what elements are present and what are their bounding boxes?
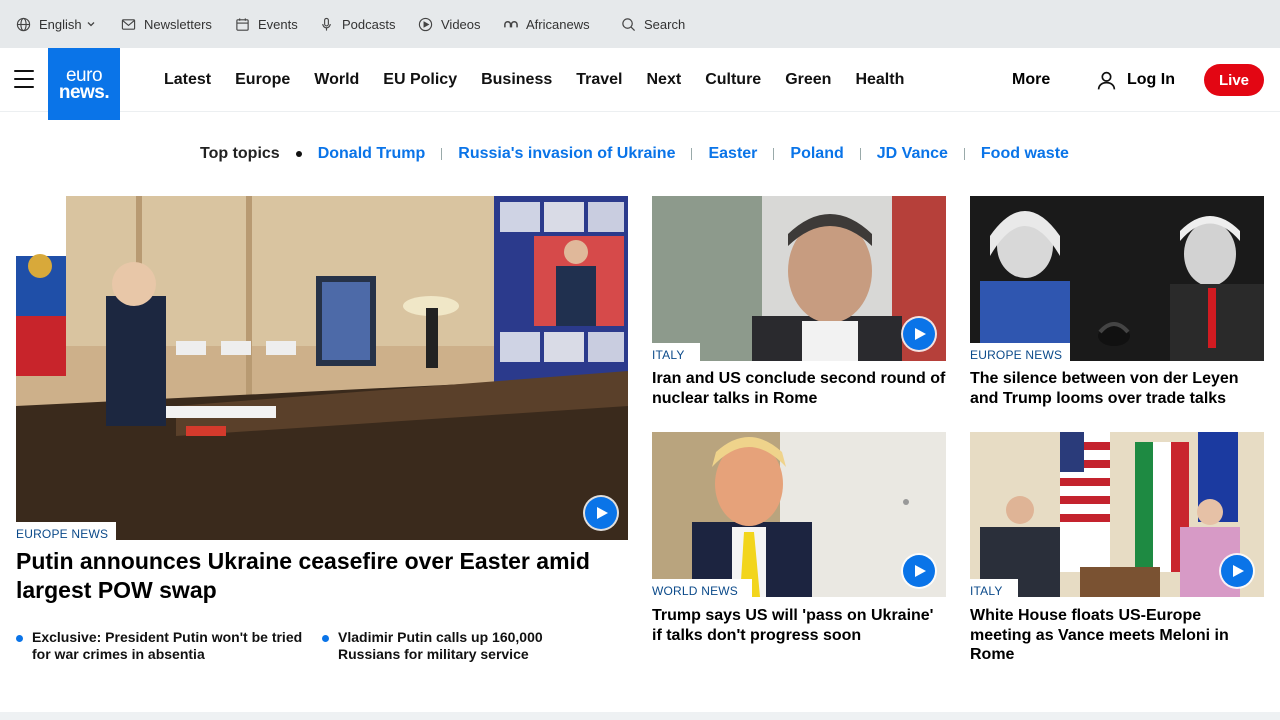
card-headline[interactable]: Iran and US conclude second round of nuc… xyxy=(652,369,946,408)
topic-link[interactable]: JD Vance xyxy=(877,145,948,163)
africanews-icon xyxy=(504,20,518,27)
euronews-logo[interactable]: euro news. xyxy=(48,48,120,120)
video-play-icon[interactable] xyxy=(903,318,935,350)
africanews-label: Africanews xyxy=(526,16,590,32)
newsletters-label: Newsletters xyxy=(144,16,212,32)
card-image[interactable] xyxy=(652,196,946,361)
divider xyxy=(441,148,443,160)
topic-link[interactable]: Poland xyxy=(790,145,843,163)
africanews-link[interactable]: Africanews xyxy=(503,0,590,48)
play-circle-icon xyxy=(418,17,433,31)
card-category[interactable]: ITALY xyxy=(970,579,1018,603)
hero-category[interactable]: EUROPE NEWS xyxy=(16,522,116,546)
hero-photo xyxy=(16,196,628,540)
mail-icon xyxy=(121,18,136,30)
search-icon xyxy=(622,17,636,31)
divider xyxy=(691,148,693,160)
card-headline[interactable]: White House floats US-Europe meeting as … xyxy=(970,606,1264,665)
card-category[interactable]: EUROPE NEWS xyxy=(970,343,1070,367)
menu-icon[interactable] xyxy=(14,70,34,88)
more-menu-button[interactable]: More xyxy=(1012,48,1050,112)
top-topics-title: Top topics xyxy=(200,145,280,162)
related-story[interactable]: Exclusive: President Putin won't be trie… xyxy=(16,629,316,663)
card-image[interactable] xyxy=(970,432,1264,597)
play-icon xyxy=(915,565,926,577)
card-image[interactable] xyxy=(970,196,1264,361)
topic-link[interactable]: Russia's invasion of Ukraine xyxy=(458,145,675,163)
nav-link-latest[interactable]: Latest xyxy=(164,71,211,89)
hero-headline[interactable]: Putin announces Ukraine ceasefire over E… xyxy=(16,547,616,605)
card-photo xyxy=(970,196,1264,361)
play-icon xyxy=(915,328,926,340)
live-button[interactable]: Live xyxy=(1204,64,1264,96)
nav-link-eu-policy[interactable]: EU Policy xyxy=(383,71,457,89)
card-photo xyxy=(970,432,1264,597)
topic-link[interactable]: Food waste xyxy=(981,145,1069,163)
calendar-icon xyxy=(236,17,249,31)
nav-link-green[interactable]: Green xyxy=(785,71,831,89)
card-headline[interactable]: The silence between von der Leyen and Tr… xyxy=(970,369,1264,408)
chevron-down-icon xyxy=(87,22,95,27)
nav-link-europe[interactable]: Europe xyxy=(235,71,290,89)
play-icon xyxy=(1233,565,1244,577)
events-label: Events xyxy=(258,16,298,32)
videos-label: Videos xyxy=(441,16,481,32)
card-category[interactable]: WORLD NEWS xyxy=(652,579,752,603)
card-photo xyxy=(652,432,946,597)
search-button[interactable]: Search xyxy=(621,0,685,48)
events-link[interactable]: Events xyxy=(235,0,298,48)
login-button[interactable]: Log In xyxy=(1096,48,1175,112)
globe-icon xyxy=(16,17,31,31)
nav-link-world[interactable]: World xyxy=(314,71,359,89)
related-story[interactable]: Vladimir Putin calls up 160,000 Russians… xyxy=(322,629,572,663)
microphone-icon xyxy=(322,17,331,31)
video-play-icon[interactable] xyxy=(1221,555,1253,587)
nav-link-next[interactable]: Next xyxy=(647,71,682,89)
bullet-icon xyxy=(295,151,302,157)
nav-link-travel[interactable]: Travel xyxy=(576,71,622,89)
language-label: English xyxy=(39,16,82,32)
divider xyxy=(773,148,775,160)
logo-line-2: news. xyxy=(58,82,110,103)
language-selector[interactable]: English xyxy=(16,0,96,48)
card-category[interactable]: ITALY xyxy=(652,343,700,367)
newsletters-link[interactable]: Newsletters xyxy=(121,0,212,48)
utility-bar: English Newsletters Events Podcasts Vide… xyxy=(0,0,1280,48)
top-topics-bar: Top topics Donald Trump Russia's invasio… xyxy=(200,142,1069,166)
card-image[interactable] xyxy=(652,432,946,597)
topic-link[interactable]: Easter xyxy=(708,145,757,163)
video-play-icon[interactable] xyxy=(903,555,935,587)
divider xyxy=(963,148,965,160)
hero-image[interactable] xyxy=(16,196,628,540)
login-label: Log In xyxy=(1127,71,1175,88)
search-label: Search xyxy=(644,16,686,32)
nav-link-health[interactable]: Health xyxy=(855,71,904,89)
divider xyxy=(859,148,861,160)
user-icon xyxy=(1097,71,1116,90)
videos-link[interactable]: Videos xyxy=(418,0,481,48)
nav-link-business[interactable]: Business xyxy=(481,71,552,89)
nav-links: Latest Europe World EU Policy Business T… xyxy=(164,48,928,112)
topic-link[interactable]: Donald Trump xyxy=(318,145,426,163)
podcasts-label: Podcasts xyxy=(342,16,396,32)
nav-link-culture[interactable]: Culture xyxy=(705,71,761,89)
play-icon xyxy=(597,507,608,519)
main-nav: Latest Europe World EU Policy Business T… xyxy=(0,48,1280,112)
podcasts-link[interactable]: Podcasts xyxy=(319,0,395,48)
video-play-icon[interactable] xyxy=(585,497,617,529)
footer-strip xyxy=(0,712,1280,720)
card-photo xyxy=(652,196,946,361)
card-headline[interactable]: Trump says US will 'pass on Ukraine' if … xyxy=(652,606,946,645)
